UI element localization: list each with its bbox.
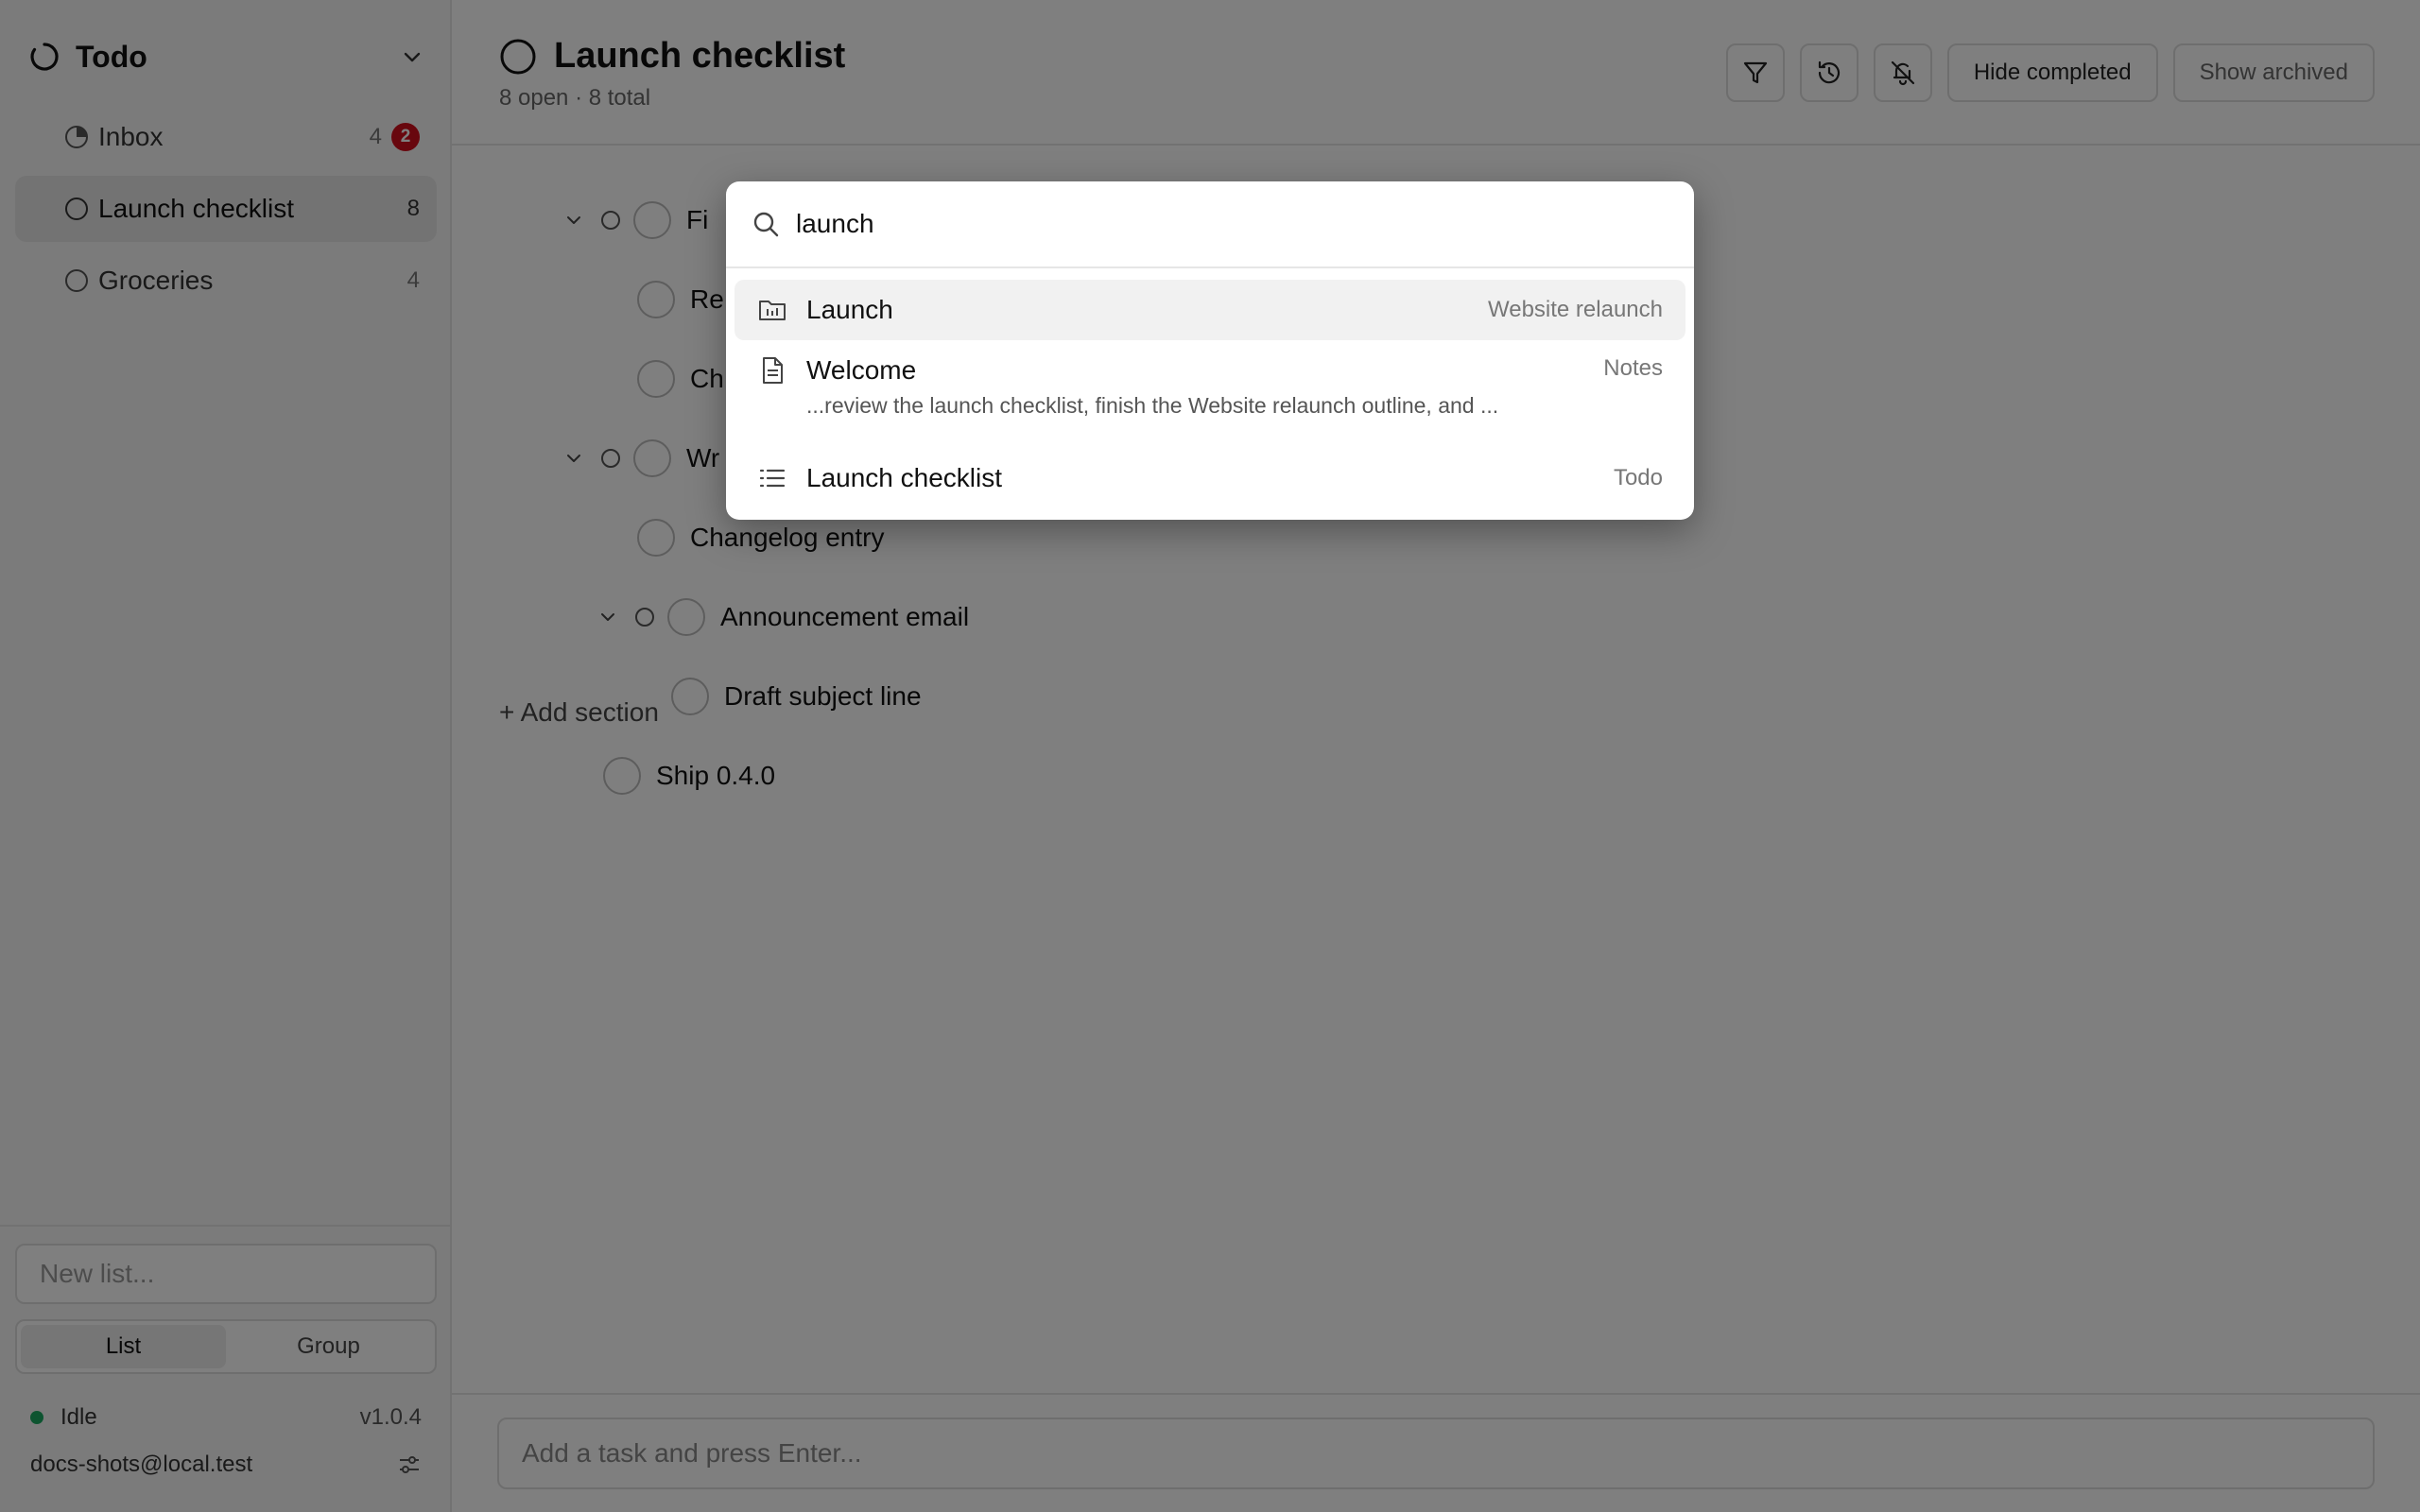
command-palette: Launch Website relaunch Welcome ...revie… [726, 181, 1694, 520]
result-meta: Todo [1613, 465, 1663, 490]
palette-result[interactable]: Welcome ...review the launch checklist, … [735, 355, 1685, 440]
palette-result[interactable]: Launch Website relaunch [735, 280, 1685, 340]
project-folder-icon [759, 301, 786, 320]
document-icon [763, 357, 783, 384]
result-meta: Website relaunch [1488, 297, 1663, 322]
result-meta: Notes [1603, 355, 1663, 381]
result-body: Welcome ...review the launch checklist, … [806, 355, 1603, 440]
result-title: Launch checklist [806, 463, 1003, 492]
palette-search-input[interactable] [796, 209, 1647, 239]
palette-search [726, 181, 1694, 268]
result-body: Launch [806, 295, 1488, 325]
search-icon [753, 212, 779, 237]
result-snippet: ...review the launch checklist, finish t… [806, 393, 1499, 418]
list-icon [759, 469, 786, 488]
palette-result[interactable]: Launch checklist Todo [735, 448, 1685, 508]
result-body: Launch checklist [806, 463, 1614, 493]
result-title: Welcome [806, 355, 917, 385]
result-title: Launch [806, 295, 893, 324]
